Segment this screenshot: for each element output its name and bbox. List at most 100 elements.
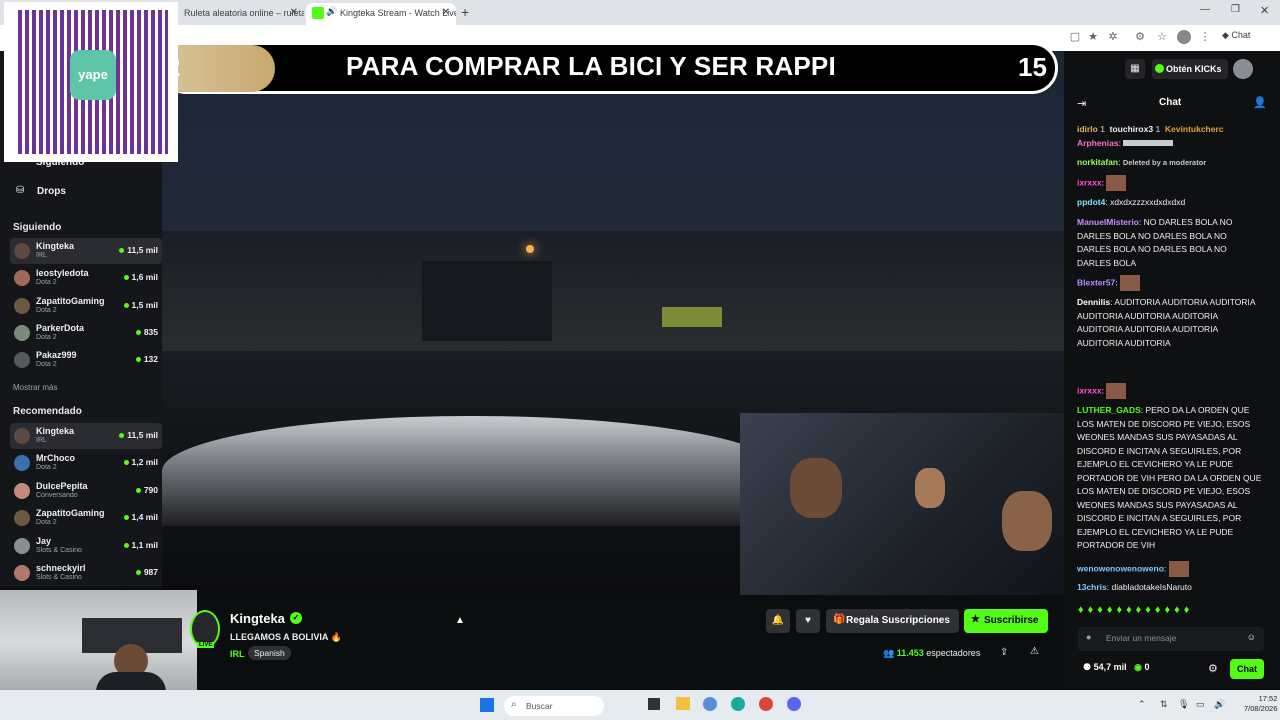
chat-username[interactable]: 13chris xyxy=(1077,582,1107,592)
volume-icon[interactable]: 🔊 xyxy=(1214,699,1225,710)
yape-qr-code: yape xyxy=(4,2,178,162)
star-icon[interactable]: ★ xyxy=(1086,30,1100,44)
viewer-count: 132 xyxy=(143,354,158,364)
language-tag[interactable]: Spanish xyxy=(248,646,291,660)
sidebar-channel[interactable]: ZapatitoGaming Dota 2 1,5 mil xyxy=(10,293,162,319)
stream-title-text: LLEGAMOS A BOLIVIA xyxy=(230,632,328,642)
edge-icon[interactable] xyxy=(731,697,745,711)
live-badge: LIVE xyxy=(197,642,215,648)
chat-message: ppdot4: xdxdxzzzxxdxdxdxd xyxy=(1077,197,1186,207)
send-chat-button[interactable]: Chat xyxy=(1230,659,1264,679)
chat-username[interactable]: ixrxxx xyxy=(1077,385,1102,395)
points-icon: ⚉ xyxy=(1083,662,1092,672)
channel-viewers: 11,5 mil xyxy=(119,430,158,440)
browser-chat-button[interactable]: ◆ Chat xyxy=(1222,30,1250,41)
chat-username[interactable]: Arphenias xyxy=(1077,138,1119,148)
close-icon[interactable]: ✕ xyxy=(442,7,450,18)
channel-category: Dota 2 xyxy=(36,361,57,368)
chat-username[interactable]: wenowenowenoweno xyxy=(1077,563,1164,573)
emote-bar[interactable]: ♦♦♦♦♦♦♦♦♦♦♦♦ xyxy=(1078,604,1193,616)
puzzle-icon[interactable]: ⚙ xyxy=(1133,30,1147,44)
gifter-count: 1 xyxy=(1100,124,1105,134)
settings-icon[interactable]: ⚙ xyxy=(1208,662,1218,675)
stream-category[interactable]: IRL xyxy=(230,649,245,659)
chat-message: wenowenowenoweno: xyxy=(1077,561,1257,577)
extension-icon[interactable]: ✲ xyxy=(1106,30,1120,44)
new-tab-icon[interactable]: + xyxy=(461,4,469,20)
windows-taskbar xyxy=(0,690,1280,720)
sidebar-channel[interactable]: Jay Slots & Casino 1,1 mil xyxy=(10,533,162,559)
sidebar-channel[interactable]: Pakaz999 Dota 2 132 xyxy=(10,347,162,373)
sidebar-nav-drops[interactable]: Drops xyxy=(37,186,66,197)
get-kicks-button[interactable]: Obtén KICKs xyxy=(1152,59,1228,79)
chat-username[interactable]: ppdot4 xyxy=(1077,197,1105,207)
show-more-link[interactable]: Mostrar más xyxy=(13,383,57,392)
streamer-name[interactable]: Kingteka xyxy=(230,611,285,626)
sidebar-channel[interactable]: Kingteka IRL 11,5 mil xyxy=(10,238,162,264)
sidebar-channel[interactable]: schneckyirl Slots & Casino 987 xyxy=(10,560,162,586)
gift-subs-button[interactable]: 🎁 Regala Suscripciones xyxy=(826,609,959,633)
chat-username[interactable]: LUTHER_GADS xyxy=(1077,405,1141,415)
channel-name: Kingteka xyxy=(36,426,75,436)
windows-start-icon[interactable] xyxy=(480,698,494,712)
copilot-icon[interactable] xyxy=(703,697,717,711)
users-icon[interactable]: 👤 xyxy=(1253,96,1267,109)
live-dot-icon xyxy=(123,460,129,466)
collapse-chat-icon[interactable]: ⇥ xyxy=(1077,97,1086,110)
profile-icon[interactable] xyxy=(1177,30,1191,44)
page-icon[interactable]: ▢ xyxy=(1068,30,1082,44)
channel-category: Dota 2 xyxy=(36,334,57,341)
chat-text: PERO DA LA ORDEN QUE LOS MATEN DE DISCOR… xyxy=(1077,405,1262,550)
chat-username[interactable]: norkitafan xyxy=(1077,157,1118,167)
report-icon[interactable]: ⚠ xyxy=(1030,646,1039,657)
avatar xyxy=(14,270,30,286)
close-icon[interactable]: ✕ xyxy=(290,7,298,18)
discord-icon[interactable] xyxy=(787,697,801,711)
network-icon[interactable]: ⇅ xyxy=(1160,699,1168,710)
emoji-icon[interactable]: ☺ xyxy=(1247,632,1256,642)
browser-tab-kingteka[interactable]: 🔊 Kingteka Stream - Watch Live… ✕ xyxy=(306,3,456,25)
sidebar-channel[interactable]: Kingteka IRL 11,5 mil xyxy=(10,423,162,449)
share-icon[interactable]: ⇪ xyxy=(1000,647,1008,658)
live-dot-icon xyxy=(135,488,141,494)
channel-name: leostyledota xyxy=(36,268,89,278)
browser-tab-ruleta[interactable]: Ruleta aleatoria online – ruleta de… ✕ xyxy=(176,3,304,25)
chrome-icon[interactable] xyxy=(759,697,773,711)
chat-username[interactable]: ManuelMisterio xyxy=(1077,217,1139,227)
wifi-icon[interactable]: ▭ xyxy=(1196,699,1205,710)
file-explorer-icon[interactable] xyxy=(676,697,690,710)
speaker-icon: 🔊 xyxy=(326,6,338,16)
subscribe-button[interactable]: ★ Suscribirse xyxy=(964,609,1048,633)
chat-username[interactable]: Blexter57 xyxy=(1077,277,1115,287)
heart-icon[interactable]: ♥ xyxy=(796,609,820,633)
channel-points[interactable]: ⚉ 54,7 mil ◉ 0 xyxy=(1083,662,1150,673)
sidebar-channel[interactable]: leostyledota Dota 2 1,6 mil xyxy=(10,265,162,291)
channel-viewers: 1,4 mil xyxy=(123,512,158,522)
avatar xyxy=(14,510,30,526)
chat-username[interactable]: ixrxxx xyxy=(1077,177,1102,187)
chat-message: norkitafan: Deleted by a moderator xyxy=(1077,157,1207,167)
tray-chevron-icon[interactable]: ⌃ xyxy=(1138,699,1146,710)
channel-name: Jay xyxy=(36,536,52,546)
taskbar-clock[interactable]: 17:52 7/08/2026 xyxy=(1244,694,1277,714)
bell-icon[interactable]: 🔔 xyxy=(766,609,790,633)
maximize-icon[interactable]: ❐ xyxy=(1231,4,1240,15)
mic-icon[interactable]: 🎙 xyxy=(1178,699,1189,710)
bookmarks-icon[interactable]: ☆ xyxy=(1155,30,1169,44)
user-avatar[interactable] xyxy=(1233,59,1253,79)
live-dot-icon xyxy=(135,357,141,363)
sidebar-channel[interactable]: ParkerDota Dota 2 835 xyxy=(10,320,162,346)
menu-icon[interactable]: ⋮ xyxy=(1198,30,1212,44)
chat-input[interactable]: ● Enviar un mensaje ☺ xyxy=(1078,627,1264,651)
chat-username[interactable]: Dennilis xyxy=(1077,297,1110,307)
task-view-icon[interactable] xyxy=(648,698,660,710)
channel-name: MrChoco xyxy=(36,453,75,463)
sidebar-channel[interactable]: DulcePepita Conversando 790 xyxy=(10,478,162,504)
window-close-icon[interactable]: ✕ xyxy=(1260,4,1269,17)
taskbar-search[interactable]: ⌕ Buscar xyxy=(504,696,604,716)
store-icon[interactable]: ▦ xyxy=(1125,59,1145,79)
sidebar-channel[interactable]: MrChoco Dota 2 1,2 mil xyxy=(10,450,162,476)
channel-category: Dota 2 xyxy=(36,279,57,286)
minimize-icon[interactable]: — xyxy=(1200,4,1210,15)
sidebar-channel[interactable]: ZapatitoGaming Dota 2 1,4 mil xyxy=(10,505,162,531)
